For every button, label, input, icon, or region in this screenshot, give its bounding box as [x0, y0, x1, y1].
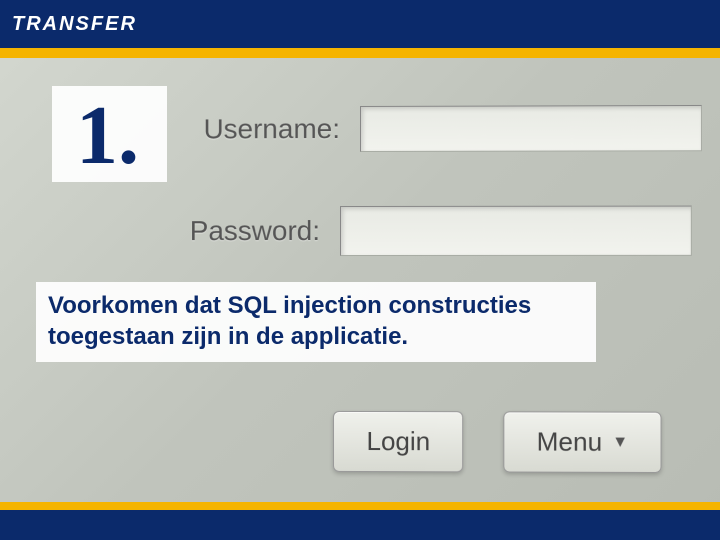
username-row: Username: — [161, 105, 702, 152]
button-row: Login Menu ▼ — [334, 411, 662, 473]
slide-number-box: 1. — [52, 86, 167, 182]
presentation-slide: Username: Password: Login Menu ▼ TRANSFE… — [0, 0, 720, 540]
password-row: Password: — [141, 206, 692, 257]
header-accent-stripe — [0, 48, 720, 58]
transfer-logo: TRANSFER — [12, 13, 137, 36]
username-label: Username: — [161, 113, 340, 145]
menu-button: Menu ▼ — [503, 411, 661, 473]
slide-caption: Voorkomen dat SQL injection constructies… — [48, 290, 580, 352]
slide-number: 1. — [76, 94, 139, 178]
chevron-down-icon: ▼ — [612, 433, 628, 451]
password-label: Password: — [141, 215, 320, 247]
slide-footer — [0, 510, 720, 540]
login-button: Login — [334, 411, 464, 472]
slide-caption-box: Voorkomen dat SQL injection constructies… — [36, 282, 596, 362]
menu-button-label: Menu — [537, 426, 603, 457]
footer-accent-stripe — [0, 502, 720, 510]
login-button-label: Login — [366, 426, 430, 457]
password-input — [340, 206, 692, 256]
username-input — [360, 105, 702, 152]
slide-header: TRANSFER — [0, 0, 720, 48]
